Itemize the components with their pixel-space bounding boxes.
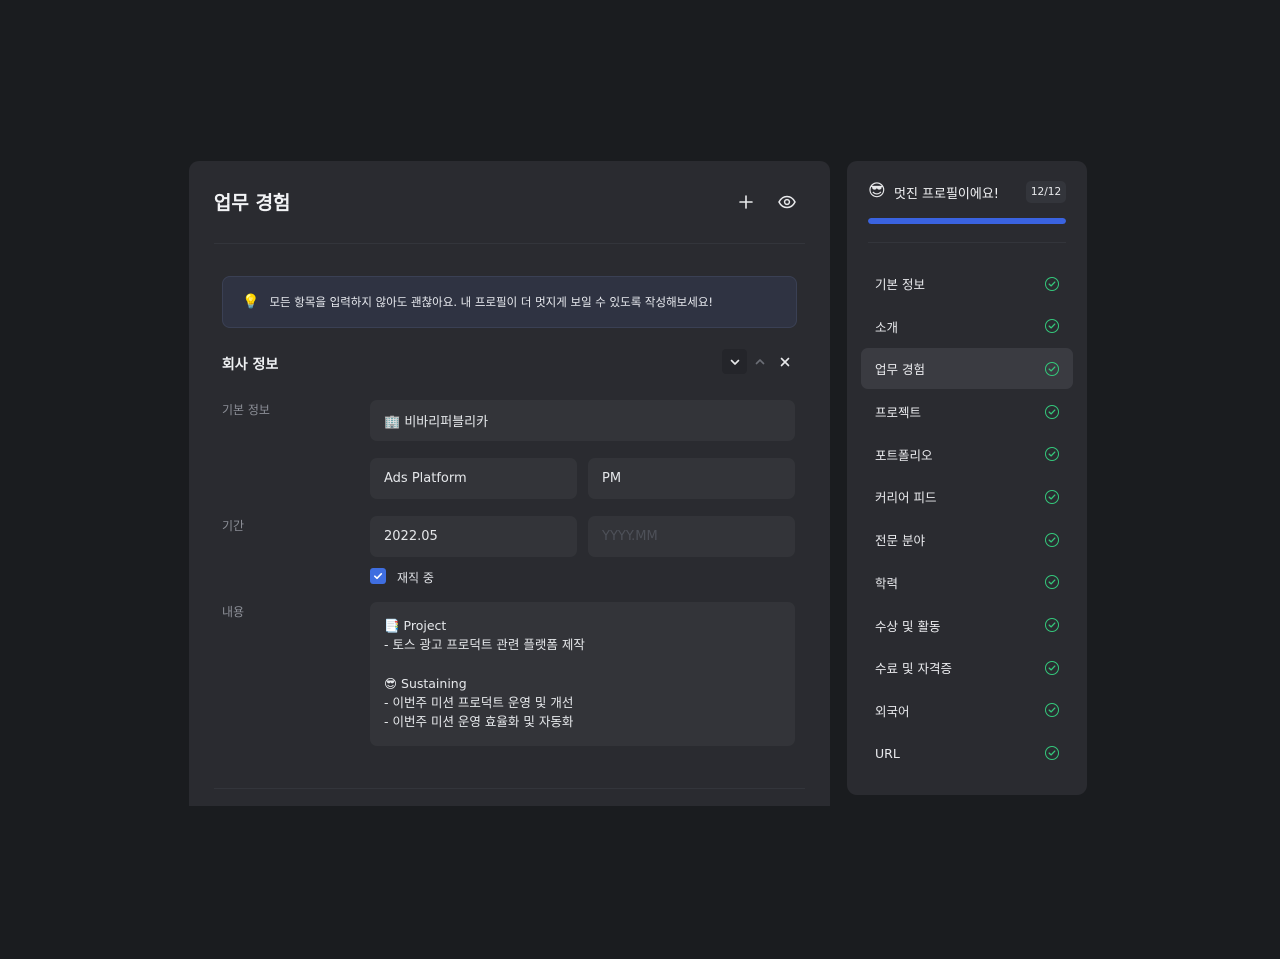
end-date-input[interactable]: YYYY.MM <box>588 516 795 557</box>
sidebar-item[interactable]: 외국어 <box>861 690 1073 731</box>
progress-title: 멋진 프로필이에요! <box>894 187 1000 202</box>
close-icon <box>780 357 789 366</box>
sidebar-item[interactable]: 수료 및 자격증 <box>861 647 1073 688</box>
sidebar-item[interactable]: 업무 경험 <box>861 348 1073 390</box>
sidebar-item-label: 수료 및 자격증 <box>875 661 952 677</box>
currently-employed-checkbox[interactable] <box>370 568 386 584</box>
team-input[interactable]: Ads Platform <box>370 458 577 499</box>
chevron-up-icon <box>755 358 764 364</box>
sidebar-item-label: 소개 <box>875 319 899 335</box>
check-circle-icon <box>1045 489 1059 504</box>
sidebar-item-label: 프로젝트 <box>875 405 922 421</box>
sidebar-item-label: 포트폴리오 <box>875 447 933 463</box>
sidebar-item[interactable]: 프로젝트 <box>861 391 1073 432</box>
sidebar-item[interactable]: 학력 <box>861 562 1073 603</box>
sidebar-item[interactable]: URL <box>861 733 1073 774</box>
section-divider <box>214 788 805 789</box>
check-circle-icon <box>1045 404 1059 419</box>
check-circle-icon <box>1045 746 1059 761</box>
lightbulb-icon: 💡 <box>242 294 260 310</box>
editor-header: 업무 경험 <box>189 161 830 243</box>
currently-employed-label: 재직 중 <box>397 571 434 585</box>
sunglasses-icon: 😎 <box>868 181 886 201</box>
sidebar-item-label: URL <box>875 745 900 761</box>
work-experience-editor: 업무 경험 💡 모든 항목을 입력하지 않아도 괜찮아요. 내 프로필이 더 멋… <box>189 161 830 806</box>
section-nav: 기본 정보소개업무 경험프로젝트포트폴리오커리어 피드전문 분야학력수상 및 활… <box>861 263 1073 775</box>
check-circle-icon <box>1045 575 1059 590</box>
check-circle-icon <box>1045 703 1059 718</box>
preview-button[interactable] <box>774 189 800 215</box>
check-circle-icon <box>1045 361 1059 376</box>
chevron-down-icon <box>730 359 739 365</box>
delete-section-button[interactable] <box>772 349 797 374</box>
start-date-input[interactable]: 2022.05 <box>370 516 577 557</box>
sidebar-item-label: 외국어 <box>875 703 910 719</box>
check-circle-icon <box>1045 532 1059 547</box>
period-label: 기간 <box>222 519 245 533</box>
move-up-button[interactable] <box>747 349 772 374</box>
sidebar-item-label: 전문 분야 <box>875 533 925 549</box>
checkmark-icon <box>374 573 383 580</box>
tip-banner: 💡 모든 항목을 입력하지 않아도 괜찮아요. 내 프로필이 더 멋지게 보일 … <box>222 276 797 328</box>
company-input[interactable]: 🏢 비바리퍼블리카 <box>370 400 795 441</box>
check-circle-icon <box>1045 276 1059 291</box>
sidebar-item-label: 기본 정보 <box>875 277 925 292</box>
content-label: 내용 <box>222 605 245 619</box>
check-circle-icon <box>1045 660 1059 675</box>
sidebar-item[interactable]: 기본 정보 <box>861 263 1073 304</box>
plus-icon <box>739 195 753 209</box>
sidebar-item[interactable]: 전문 분야 <box>861 519 1073 560</box>
section-title: 회사 정보 <box>222 357 279 373</box>
sidebar-item[interactable]: 수상 및 활동 <box>861 605 1073 646</box>
header-divider <box>214 243 805 244</box>
sidebar-item[interactable]: 포트폴리오 <box>861 434 1073 475</box>
profile-progress-sidebar: 😎 멋진 프로필이에요! 12/12 기본 정보소개업무 경험프로젝트포트폴리오… <box>847 161 1087 795</box>
sidebar-item[interactable]: 소개 <box>861 306 1073 347</box>
sidebar-item-label: 업무 경험 <box>875 362 925 378</box>
sidebar-item-label: 수상 및 활동 <box>875 618 941 634</box>
tip-text: 모든 항목을 입력하지 않아도 괜찮아요. 내 프로필이 더 멋지게 보일 수 … <box>269 295 714 309</box>
sidebar-item-label: 학력 <box>875 575 899 591</box>
check-circle-icon <box>1045 447 1059 462</box>
check-circle-icon <box>1045 618 1059 632</box>
sidebar-item[interactable]: 커리어 피드 <box>861 476 1073 517</box>
move-down-button[interactable] <box>722 349 747 374</box>
progress-count-badge: 12/12 <box>1026 181 1066 203</box>
page-title: 업무 경험 <box>214 192 291 214</box>
section-controls <box>722 349 797 374</box>
add-button[interactable] <box>733 189 759 215</box>
basic-info-label: 기본 정보 <box>222 403 270 417</box>
progress-bar-fill <box>868 218 1066 224</box>
eye-icon <box>778 195 796 209</box>
content-textarea[interactable]: 📑 Project - 토스 광고 프로덕트 관련 플랫폼 제작 😎 Susta… <box>370 602 795 746</box>
progress-bar <box>868 218 1066 224</box>
sidebar-item-label: 커리어 피드 <box>875 490 937 506</box>
sidebar-divider <box>868 242 1066 243</box>
role-input[interactable]: PM <box>588 458 795 499</box>
check-circle-icon <box>1045 319 1059 334</box>
